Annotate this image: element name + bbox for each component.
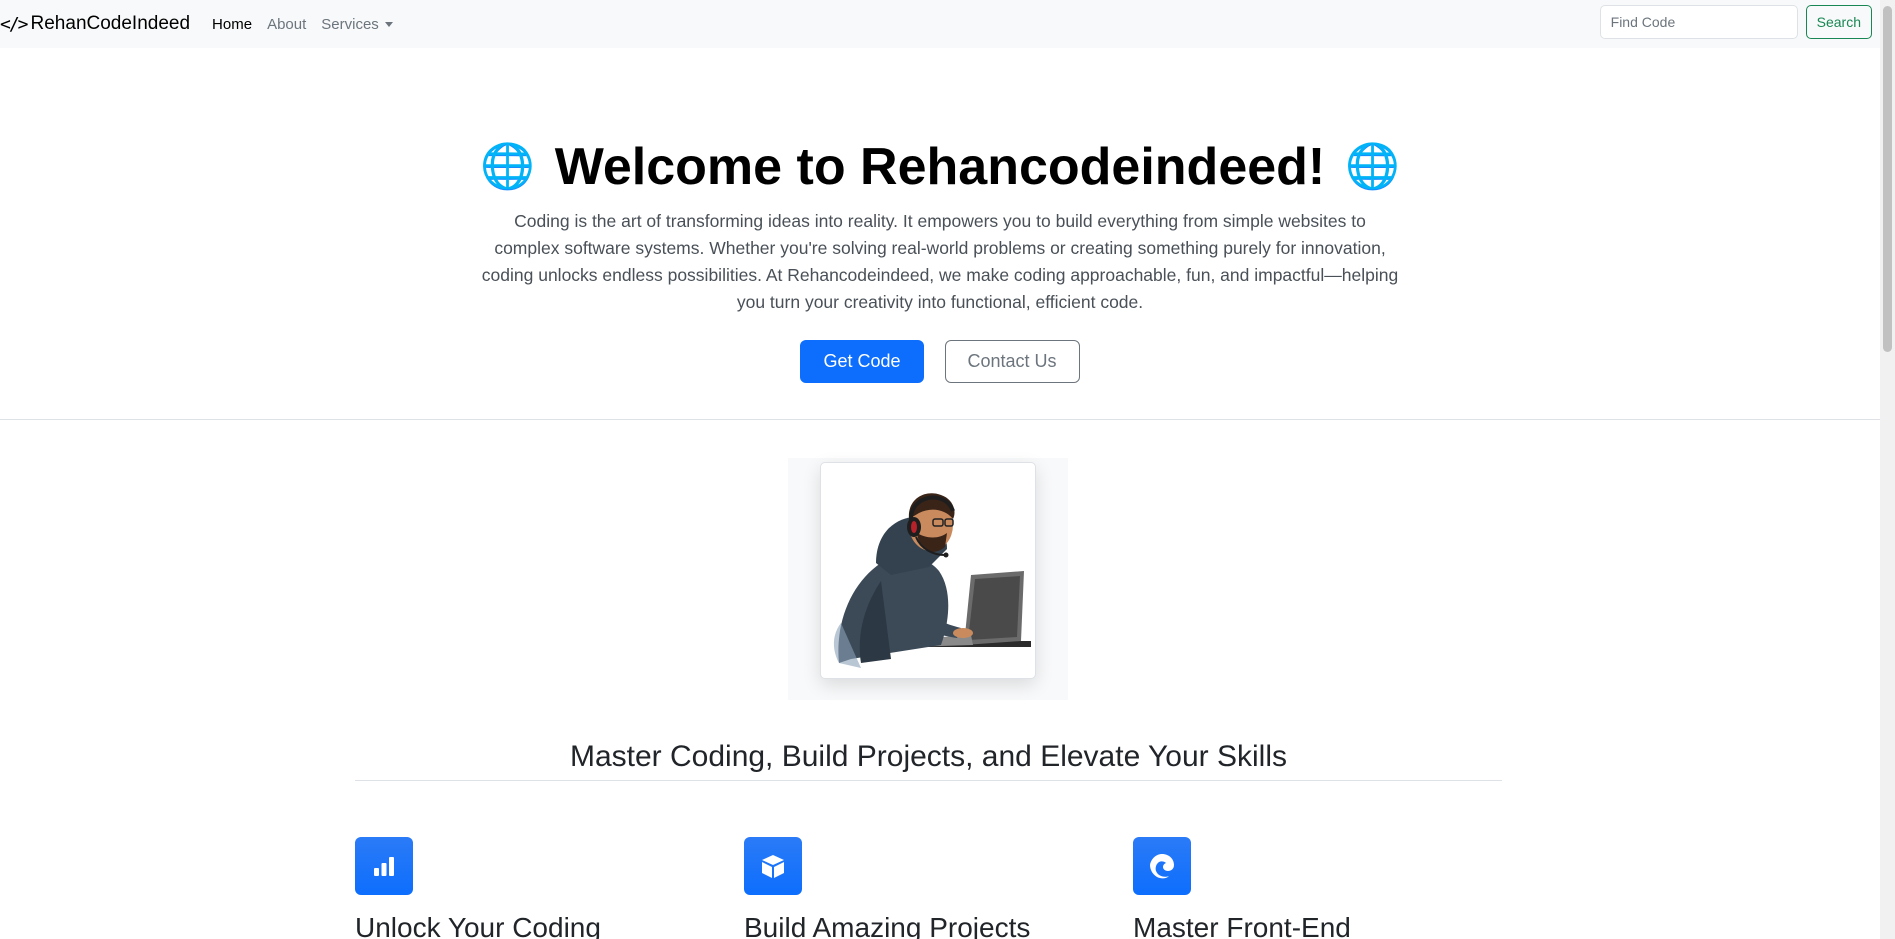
vertical-scrollbar[interactable] bbox=[1880, 0, 1895, 939]
page: </> RehanCodeIndeed Home About Services … bbox=[0, 0, 1880, 939]
edge-browser-icon bbox=[1133, 837, 1191, 895]
nav-dropdown-services-label: Services bbox=[321, 15, 379, 33]
get-code-button[interactable]: Get Code bbox=[800, 340, 924, 383]
hero-buttons: Get Code Contact Us bbox=[0, 340, 1880, 383]
hero-title: 🌐 Welcome to Rehancodeindeed! 🌐 bbox=[0, 136, 1880, 198]
section-heading: Master Coding, Build Projects, and Eleva… bbox=[355, 740, 1502, 781]
bar-chart-icon bbox=[355, 837, 413, 895]
brand-link[interactable]: </> RehanCodeIndeed bbox=[0, 13, 190, 35]
hero-lead: Coding is the art of transforming ideas … bbox=[481, 211, 1399, 312]
code-icon: </> bbox=[0, 13, 28, 35]
nav-link-about[interactable]: About bbox=[267, 16, 306, 33]
contact-us-button[interactable]: Contact Us bbox=[944, 340, 1080, 383]
scrollbar-thumb[interactable] bbox=[1883, 6, 1892, 352]
hero-title-text: Welcome to Rehancodeindeed! bbox=[554, 138, 1326, 196]
globe-icon: 🌐 bbox=[1345, 142, 1401, 191]
developer-illustration-icon bbox=[833, 493, 1031, 668]
nav-dropdown-services[interactable]: Services bbox=[321, 16, 393, 33]
developer-image bbox=[820, 462, 1036, 679]
hero-section: 🌐 Welcome to Rehancodeindeed! 🌐 Coding i… bbox=[0, 48, 1880, 420]
globe-icon: 🌐 bbox=[479, 142, 535, 191]
navbar: </> RehanCodeIndeed Home About Services … bbox=[0, 0, 1880, 48]
feature-card: Unlock Your Coding bbox=[355, 837, 601, 939]
search-button[interactable]: Search bbox=[1805, 5, 1872, 39]
brand-name: RehanCodeIndeed bbox=[30, 13, 191, 34]
caret-down-icon bbox=[384, 22, 393, 28]
nav-links: Home About Services bbox=[212, 16, 408, 33]
feature-title: Build Amazing Projects bbox=[744, 912, 1031, 939]
feature-title: Unlock Your Coding bbox=[355, 912, 601, 939]
feature-title: Master Front-End bbox=[1133, 912, 1351, 939]
box-icon bbox=[744, 837, 802, 895]
search-form: Search bbox=[1599, 5, 1872, 39]
feature-card: Build Amazing Projects bbox=[744, 837, 1030, 939]
nav-link-home[interactable]: Home bbox=[212, 16, 252, 33]
feature-card: Master Front-End bbox=[1133, 837, 1351, 939]
search-input[interactable] bbox=[1599, 5, 1798, 39]
